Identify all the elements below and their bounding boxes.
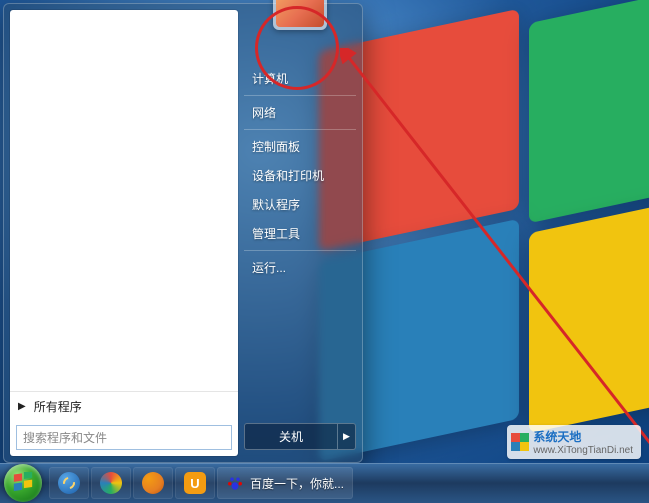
user-avatar (276, 0, 324, 27)
user-avatar-frame[interactable] (273, 0, 327, 30)
start-menu-right-panel: 计算机 网络 控制面板 设备和打印机 默认程序 管理工具 运行... 关机 ▶ (238, 4, 362, 462)
sidebar-item-control-panel[interactable]: 控制面板 (238, 132, 362, 161)
firefox-icon (142, 472, 164, 494)
color-swirl-icon (100, 472, 122, 494)
taskbar-pinned-ie[interactable] (49, 467, 89, 499)
taskbar: U 百度一下，你就... (0, 463, 649, 503)
separator (244, 129, 356, 130)
start-button[interactable] (4, 464, 42, 502)
taskbar-pinned-uc[interactable]: U (175, 467, 215, 499)
windows-flag-icon (12, 472, 34, 494)
separator (244, 250, 356, 251)
separator (244, 95, 356, 96)
baidu-paw-icon (226, 474, 244, 492)
taskbar-running-baidu[interactable]: 百度一下，你就... (217, 467, 353, 499)
start-menu-left-panel: ▶ 所有程序 搜索程序和文件 (10, 10, 238, 456)
shutdown-button[interactable]: 关机 (244, 423, 338, 450)
sidebar-item-default-programs[interactable]: 默认程序 (238, 190, 362, 219)
taskbar-pinned-firefox[interactable] (133, 467, 173, 499)
uc-browser-icon: U (184, 472, 206, 494)
sidebar-item-run[interactable]: 运行... (238, 253, 362, 282)
sidebar-item-admin-tools[interactable]: 管理工具 (238, 219, 362, 248)
chevron-right-icon: ▶ (18, 401, 26, 412)
program-list (10, 10, 238, 391)
all-programs-label: 所有程序 (34, 398, 82, 415)
watermark-logo-icon (511, 433, 529, 451)
sidebar-item-devices-printers[interactable]: 设备和打印机 (238, 161, 362, 190)
taskbar-pinned-browser[interactable] (91, 467, 131, 499)
internet-explorer-icon (58, 472, 80, 494)
shutdown-group: 关机 ▶ (244, 423, 356, 450)
start-menu: ▶ 所有程序 搜索程序和文件 计算机 网络 控制面板 设备和打印机 默认程序 管… (3, 3, 363, 463)
watermark-brand: 系统天地 (533, 428, 629, 445)
watermark-url: www.XiTongTianDi.net (533, 445, 633, 456)
watermark: 系统天地 www.XiTongTianDi.net (507, 425, 641, 459)
search-input[interactable]: 搜索程序和文件 (16, 425, 232, 450)
all-programs-button[interactable]: ▶ 所有程序 (10, 391, 238, 421)
sidebar-item-network[interactable]: 网络 (238, 98, 362, 127)
shutdown-options-button[interactable]: ▶ (338, 423, 356, 450)
taskbar-window-title: 百度一下，你就... (250, 475, 344, 492)
sidebar-item-computer[interactable]: 计算机 (238, 64, 362, 93)
